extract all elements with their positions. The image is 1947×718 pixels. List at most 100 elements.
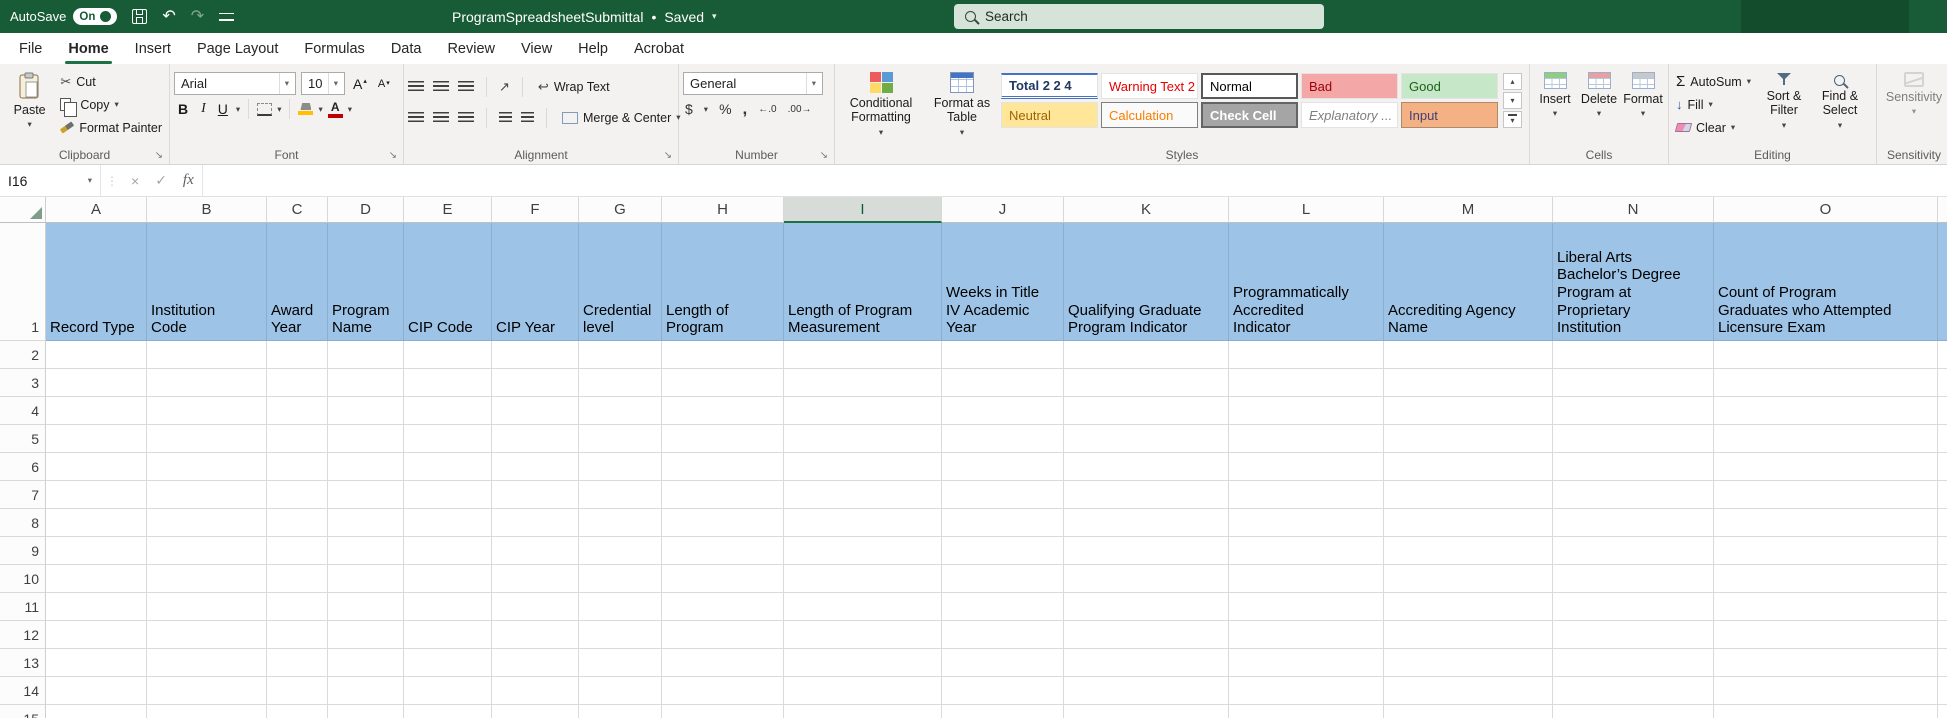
autosave-toggle[interactable]: AutoSave On <box>10 8 118 25</box>
style-input[interactable]: Input <box>1401 102 1498 128</box>
cell-O4[interactable] <box>1714 397 1938 425</box>
gallery-scroll-down-button[interactable]: ▾ <box>1503 92 1522 109</box>
cell-P4[interactable] <box>1938 397 1947 425</box>
cell-E4[interactable] <box>404 397 492 425</box>
cell-M12[interactable] <box>1384 621 1553 649</box>
cell-E5[interactable] <box>404 425 492 453</box>
align-left-icon[interactable] <box>408 112 424 123</box>
cell-K5[interactable] <box>1064 425 1229 453</box>
cell-G13[interactable] <box>579 649 662 677</box>
cell-H6[interactable] <box>662 453 784 481</box>
tab-page-layout[interactable]: Page Layout <box>184 33 291 64</box>
cell-D15[interactable] <box>328 705 404 718</box>
cell-O13[interactable] <box>1714 649 1938 677</box>
conditional-formatting-dropdown-icon[interactable]: ▾ <box>879 128 883 137</box>
cell-D2[interactable] <box>328 341 404 369</box>
cell-H13[interactable] <box>662 649 784 677</box>
paste-button[interactable]: Paste ▾ <box>4 67 55 145</box>
insert-cells-button[interactable]: Insert ▾ <box>1534 67 1576 145</box>
cell-O6[interactable] <box>1714 453 1938 481</box>
column-header-E[interactable]: E <box>404 197 492 223</box>
increase-font-size-button[interactable]: A ▴ <box>350 76 370 92</box>
cell-L3[interactable] <box>1229 369 1384 397</box>
sort-filter-button[interactable]: Sort & Filter ▾ <box>1758 67 1810 145</box>
cell-H10[interactable] <box>662 565 784 593</box>
format-dropdown-icon[interactable]: ▾ <box>1641 109 1645 118</box>
cell-M2[interactable] <box>1384 341 1553 369</box>
delete-dropdown-icon[interactable]: ▾ <box>1597 109 1601 118</box>
cell-H2[interactable] <box>662 341 784 369</box>
row-header-2[interactable]: 2 <box>0 341 46 369</box>
cell-D6[interactable] <box>328 453 404 481</box>
cell-E14[interactable] <box>404 677 492 705</box>
cell-F11[interactable] <box>492 593 579 621</box>
cell-L9[interactable] <box>1229 537 1384 565</box>
bold-button[interactable]: B <box>174 101 192 117</box>
title-chevron-down-icon[interactable]: ▾ <box>712 11 717 22</box>
currency-format-button[interactable]: $ <box>685 101 693 117</box>
cell-P1[interactable] <box>1938 223 1947 341</box>
cell-I3[interactable] <box>784 369 942 397</box>
cell-N11[interactable] <box>1553 593 1714 621</box>
cell-H15[interactable] <box>662 705 784 718</box>
delete-cells-button[interactable]: Delete ▾ <box>1578 67 1620 145</box>
style-good[interactable]: Good <box>1401 73 1498 99</box>
cell-I11[interactable] <box>784 593 942 621</box>
font-name-combo[interactable]: Arial ▾ <box>174 72 296 95</box>
cell-N8[interactable] <box>1553 509 1714 537</box>
cell-J1[interactable]: Weeks in Title IV Academic Year <box>942 223 1064 341</box>
cell-K7[interactable] <box>1064 481 1229 509</box>
decrease-indent-icon[interactable] <box>499 112 512 123</box>
borders-dropdown-icon[interactable]: ▾ <box>277 105 281 114</box>
number-format-combo[interactable]: General ▾ <box>683 72 823 95</box>
cell-O11[interactable] <box>1714 593 1938 621</box>
cell-F5[interactable] <box>492 425 579 453</box>
cell-H9[interactable] <box>662 537 784 565</box>
cell-G12[interactable] <box>579 621 662 649</box>
cell-C12[interactable] <box>267 621 328 649</box>
column-header-L[interactable]: L <box>1229 197 1384 223</box>
cell-J12[interactable] <box>942 621 1064 649</box>
cell-K8[interactable] <box>1064 509 1229 537</box>
cell-D1[interactable]: Program Name <box>328 223 404 341</box>
row-header-5[interactable]: 5 <box>0 425 46 453</box>
cell-M3[interactable] <box>1384 369 1553 397</box>
cell-I10[interactable] <box>784 565 942 593</box>
fill-color-button[interactable] <box>298 103 314 115</box>
cell-J3[interactable] <box>942 369 1064 397</box>
cell-A8[interactable] <box>46 509 147 537</box>
cell-C6[interactable] <box>267 453 328 481</box>
style-explanatory[interactable]: Explanatory ... <box>1301 102 1398 128</box>
fill-button[interactable]: ↓ Fill ▾ <box>1673 93 1754 116</box>
tab-help[interactable]: Help <box>565 33 621 64</box>
cell-E15[interactable] <box>404 705 492 718</box>
cell-K6[interactable] <box>1064 453 1229 481</box>
column-header-K[interactable]: K <box>1064 197 1229 223</box>
cell-F15[interactable] <box>492 705 579 718</box>
cell-F8[interactable] <box>492 509 579 537</box>
cell-B8[interactable] <box>147 509 267 537</box>
cell-L10[interactable] <box>1229 565 1384 593</box>
cell-F6[interactable] <box>492 453 579 481</box>
cell-F13[interactable] <box>492 649 579 677</box>
undo-icon[interactable]: ↶ <box>162 8 175 25</box>
cell-J9[interactable] <box>942 537 1064 565</box>
enter-icon[interactable]: ✓ <box>147 172 175 189</box>
fill-color-dropdown-icon[interactable]: ▾ <box>318 105 322 114</box>
conditional-formatting-button[interactable]: Conditional Formatting ▾ <box>839 67 923 145</box>
format-painter-button[interactable]: Format Painter <box>57 116 165 139</box>
cell-G7[interactable] <box>579 481 662 509</box>
cell-J6[interactable] <box>942 453 1064 481</box>
row-header-3[interactable]: 3 <box>0 369 46 397</box>
cell-E12[interactable] <box>404 621 492 649</box>
align-bottom-icon[interactable] <box>458 81 474 92</box>
cell-A14[interactable] <box>46 677 147 705</box>
cell-C11[interactable] <box>267 593 328 621</box>
cell-D11[interactable] <box>328 593 404 621</box>
cell-P13[interactable] <box>1938 649 1947 677</box>
insert-dropdown-icon[interactable]: ▾ <box>1553 109 1557 118</box>
gallery-scroll-up-button[interactable]: ▴ <box>1503 73 1522 90</box>
sort-filter-dropdown-icon[interactable]: ▾ <box>1782 121 1786 130</box>
cell-N5[interactable] <box>1553 425 1714 453</box>
tab-formulas[interactable]: Formulas <box>291 33 377 64</box>
